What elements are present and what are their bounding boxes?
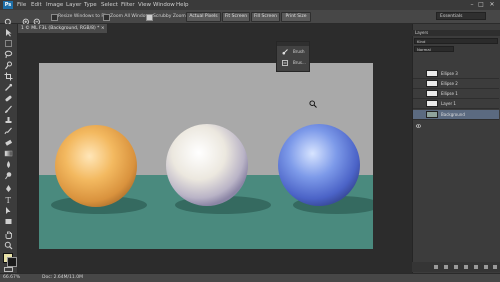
zoom-out-icon[interactable] (33, 12, 42, 27)
brush-presets-button[interactable]: Brus... (279, 58, 307, 68)
close-icon[interactable]: ✕ (488, 1, 496, 8)
layer-thumbnail (426, 90, 438, 97)
crop-icon[interactable] (4, 72, 13, 81)
fit-screen-button[interactable]: Fit Screen (222, 12, 250, 22)
zoom-in-icon[interactable] (22, 12, 31, 27)
eraser-icon[interactable] (4, 138, 13, 147)
dodge-icon[interactable] (4, 171, 13, 180)
sphere-white (166, 124, 248, 206)
healing-brush-icon[interactable] (4, 94, 13, 103)
fill-screen-button[interactable]: Fill Screen (251, 12, 280, 22)
pen-icon[interactable] (4, 184, 13, 193)
maximize-icon[interactable]: □ (477, 1, 485, 8)
scrubby-zoom-label: Scrubby Zoom (153, 14, 186, 19)
visibility-eye-icon[interactable] (415, 72, 422, 87)
layer-thumbnail (426, 70, 438, 77)
brush-panel-label: Brush (293, 49, 305, 54)
photoshop-logo: Ps (3, 1, 13, 9)
brush-icon[interactable] (4, 105, 13, 114)
layer-name: Ellipse 1 (441, 91, 458, 96)
layer-name: Background (441, 112, 465, 117)
resize-windows-label: Resize Windows to Fit (58, 14, 107, 19)
svg-text:T: T (6, 196, 12, 204)
layer-thumbnail (426, 80, 438, 87)
zoom-cursor-icon (309, 93, 317, 108)
quick-select-icon[interactable] (4, 61, 13, 70)
hand-icon[interactable] (4, 230, 13, 239)
menu-filter[interactable]: Filter (121, 1, 135, 9)
history-brush-icon[interactable] (4, 127, 13, 136)
sphere-orange (55, 125, 137, 207)
brush-panel-button[interactable]: Brush (279, 47, 307, 57)
layer-row-selected[interactable]: Background (413, 110, 499, 128)
blur-icon[interactable] (4, 160, 13, 169)
eyedropper-icon[interactable] (4, 83, 13, 92)
fx-icon[interactable] (444, 265, 448, 269)
layer-name: Ellipse 2 (441, 81, 458, 86)
type-icon[interactable]: T (4, 195, 13, 204)
menu-window[interactable]: Window (153, 1, 175, 9)
layer-row[interactable]: Layer 1 (413, 99, 499, 117)
panel-grip[interactable] (277, 42, 309, 46)
menu-view[interactable]: View (138, 1, 151, 9)
workspace-select[interactable]: Essentials (436, 12, 486, 20)
new-layer-icon[interactable] (484, 265, 488, 269)
zoom-icon[interactable] (4, 241, 13, 250)
layer-name: Layer 1 (441, 101, 456, 106)
scrubby-zoom-checkbox[interactable] (146, 14, 153, 21)
print-size-button[interactable]: Print Size (281, 12, 311, 22)
toolbox: T (0, 24, 18, 273)
sphere-blue (278, 124, 360, 206)
visibility-eye-icon[interactable] (415, 82, 422, 97)
menu-help[interactable]: Help (176, 1, 189, 9)
background-color-swatch[interactable] (7, 257, 17, 267)
quick-mask-icon[interactable] (4, 267, 13, 272)
blend-mode-select[interactable]: Normal (414, 46, 454, 52)
add-mask-icon[interactable] (454, 265, 458, 269)
gradient-icon[interactable] (4, 149, 13, 158)
minimize-icon[interactable]: – (468, 1, 476, 8)
brush-presets-label: Brus... (293, 60, 306, 65)
layers-panel-title[interactable]: Layers (412, 30, 500, 36)
shape-icon[interactable] (4, 217, 13, 226)
visibility-eye-icon[interactable] (415, 102, 422, 117)
layer-thumbnail (426, 111, 438, 118)
zoom-tool-icon[interactable] (4, 12, 13, 27)
image-canvas[interactable] (39, 63, 373, 249)
brush-presets-panel: Brush Brus... (276, 41, 310, 72)
menu-select[interactable]: Select (101, 1, 118, 9)
layer-name: Ellipse 3 (441, 71, 458, 76)
actual-pixels-button[interactable]: Actual Pixels (186, 12, 221, 22)
resize-windows-checkbox[interactable] (51, 14, 58, 21)
layers-panel-footer (412, 262, 500, 272)
trash-icon[interactable] (493, 265, 497, 269)
brush-presets-icon (282, 60, 288, 66)
layer-row[interactable]: Ellipse 1 (413, 89, 499, 107)
menu-file[interactable]: File (17, 1, 26, 9)
brush-icon (282, 49, 288, 55)
menu-layer[interactable]: Layer (66, 1, 81, 9)
layer-row[interactable]: Ellipse 3 (413, 69, 499, 87)
path-select-icon[interactable] (4, 206, 13, 215)
clone-stamp-icon[interactable] (4, 116, 13, 125)
adjustment-layer-icon[interactable] (464, 265, 468, 269)
layer-row[interactable]: Ellipse 2 (413, 79, 499, 97)
menu-image[interactable]: Image (46, 1, 63, 9)
layer-filter-select[interactable]: Kind (414, 38, 498, 44)
move-icon[interactable] (4, 28, 13, 37)
layer-thumbnail (426, 100, 438, 107)
new-group-icon[interactable] (474, 265, 478, 269)
options-bar: Resize Windows to Fit Zoom All Windows S… (0, 10, 500, 27)
visibility-eye-icon[interactable] (415, 113, 422, 128)
menu-type[interactable]: Type (84, 1, 97, 9)
document-tab[interactable]: 1 © ML F3L (Background, RGB/8) * × (18, 24, 108, 33)
marquee-icon[interactable] (4, 39, 13, 48)
panel-dock (412, 24, 500, 273)
visibility-eye-icon[interactable] (415, 92, 422, 107)
link-layers-icon[interactable] (434, 265, 438, 269)
lasso-icon[interactable] (4, 50, 13, 59)
menu-edit[interactable]: Edit (31, 1, 42, 9)
zoom-all-windows-checkbox[interactable] (103, 14, 110, 21)
